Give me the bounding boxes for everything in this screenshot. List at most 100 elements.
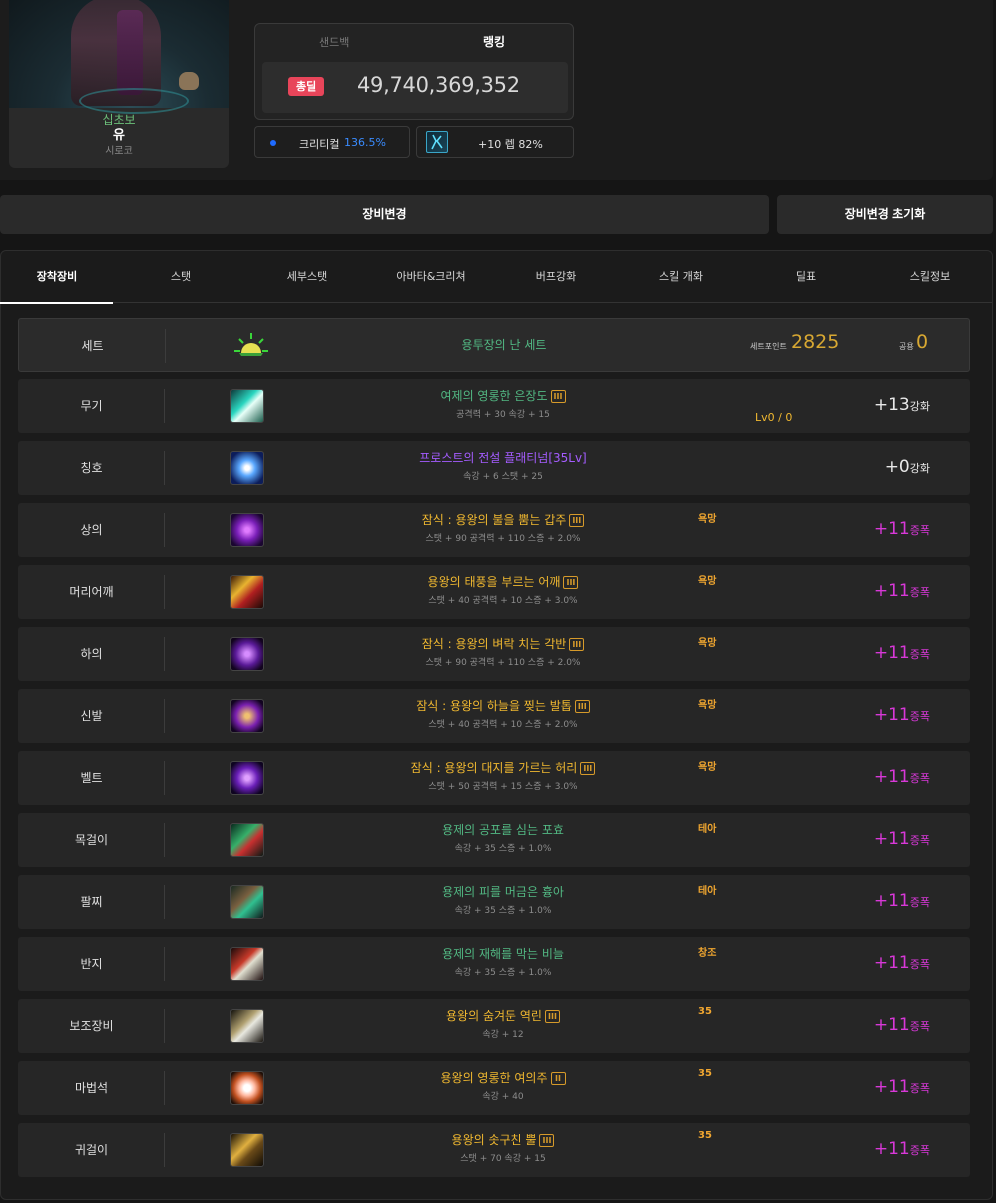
enhance-number: +11 — [873, 1077, 910, 1097]
equipment-row[interactable]: 하의 잠식 : 용왕의 벼락 치는 각반 III 스탯 + 90 공격력 + 11… — [18, 627, 970, 681]
tab-stats[interactable]: 스탯 — [119, 251, 243, 303]
enhance-unit: 증폭 — [909, 648, 930, 661]
ring-icon[interactable] — [230, 947, 264, 981]
item-stats: 스탯 + 50 공격력 + 15 스증 + 3.0% — [428, 782, 578, 792]
equipment-row[interactable]: 칭호 프로스트의 전설 플래티넘[35Lv] 속강 + 6 스탯 + 25 +0… — [18, 441, 970, 495]
enhance-number: +11 — [873, 519, 910, 539]
equipment-row[interactable]: 목걸이 용제의 공포를 심는 포효 속강 + 35 스증 + 1.0% 테아 +… — [18, 813, 970, 867]
grade-badge: III — [550, 390, 566, 403]
grade-badge: III — [574, 700, 590, 713]
item-tag: 욕망 — [698, 514, 717, 525]
tab-detail-stats[interactable]: 세부스탯 — [245, 251, 369, 303]
item-stats: 속강 + 40 — [482, 1092, 524, 1102]
slot-label: 마법석 — [74, 1081, 109, 1095]
enhance-level: +11증폭 — [874, 951, 930, 977]
buff-level-box: +10 렙 82% — [416, 126, 574, 158]
top-armor-icon[interactable] — [230, 513, 264, 547]
tab-buff-enhance[interactable]: 버프강화 — [494, 251, 618, 303]
character-meta: 십초보 유 시로코 — [9, 112, 229, 160]
grade-badge: III — [563, 576, 579, 589]
earring-icon[interactable] — [230, 1133, 264, 1167]
equipment-row[interactable]: 신발 잠식 : 용왕의 하늘을 찢는 발톱 III 스탯 + 40 공격력 + 1… — [18, 689, 970, 743]
enhance-level: +11증폭 — [874, 1013, 930, 1039]
bracelet-icon[interactable] — [230, 885, 264, 919]
enhance-level: +11증폭 — [874, 827, 930, 853]
slot-label: 벨트 — [80, 771, 103, 785]
enhance-unit: 증폭 — [909, 958, 930, 971]
crit-dot-icon — [270, 140, 276, 146]
enhance-unit: 증폭 — [909, 896, 930, 909]
row-divider — [164, 823, 165, 857]
enhance-number: +11 — [873, 829, 910, 849]
slot-label: 보조장비 — [69, 1019, 114, 1033]
title-ice-icon[interactable] — [230, 451, 264, 485]
item-level: Lv0 / 0 — [755, 411, 793, 424]
equipment-row[interactable]: 상의 잠식 : 용왕의 불을 뿜는 갑주 III 스탯 + 90 공격력 + 11… — [18, 503, 970, 557]
row-divider — [164, 575, 165, 609]
magic-stone-icon[interactable] — [230, 1071, 264, 1105]
item-name-text: 용왕의 솟구친 뿔 — [451, 1133, 537, 1147]
equipment-row[interactable]: 팔찌 용제의 피를 머금은 흉아 속강 + 35 스증 + 1.0% 테아 +1… — [18, 875, 970, 929]
item-name: 용왕의 태풍을 부르는 어깨 III — [268, 574, 738, 591]
item-name-text: 용제의 피를 머금은 흉아 — [442, 885, 564, 899]
pants-armor-icon[interactable] — [230, 637, 264, 671]
equipment-row[interactable]: 보조장비 용왕의 숨겨둔 역린 III 속강 + 12 35 +11증폭 — [18, 999, 970, 1053]
tab-damage-table[interactable]: 딜표 — [744, 251, 868, 303]
slot-label: 목걸이 — [74, 833, 109, 847]
item-stats: 스탯 + 90 공격력 + 110 스증 + 2.0% — [425, 658, 581, 668]
info-tabs: 장착장비 스탯 세부스탯 아바타&크리쳐 버프강화 스킬 개화 딜표 스킬정보 — [0, 251, 992, 304]
row-divider — [164, 761, 165, 795]
item-name: 용제의 공포를 심는 포효 — [268, 822, 738, 839]
character-dress — [117, 10, 143, 95]
set-row[interactable]: 세트 용투장의 난 세트 세트포인트 2825 공용 0 — [18, 318, 970, 372]
enhance-level: +11증폭 — [874, 579, 930, 605]
enhance-unit: 증폭 — [909, 710, 930, 723]
set-name: 용투장의 난 세트 — [461, 338, 547, 352]
equipment-row[interactable]: 마법석 용왕의 영롱한 여의주 II 속강 + 40 35 +11증폭 — [18, 1061, 970, 1115]
equipment-row[interactable]: 머리어깨 용왕의 태풍을 부르는 어깨 III 스탯 + 40 공격력 + 10 … — [18, 565, 970, 619]
item-tag: 욕망 — [698, 762, 717, 773]
tab-skill-info[interactable]: 스킬정보 — [868, 251, 992, 303]
adventure-name: 십초보 — [102, 113, 136, 127]
enhance-level: +0강화 — [885, 455, 930, 481]
tab-sandbag[interactable]: 샌드백 — [319, 34, 349, 50]
enhance-number: +0 — [884, 457, 910, 477]
item-stats: 스탯 + 90 공격력 + 110 스증 + 2.0% — [425, 534, 581, 544]
item-name: 용왕의 영롱한 여의주 II — [268, 1070, 738, 1087]
row-divider — [164, 885, 165, 919]
enhance-number: +11 — [873, 705, 910, 725]
equipment-row[interactable]: 반지 용제의 재해를 막는 비늘 속강 + 35 스증 + 1.0% 창조 +1… — [18, 937, 970, 991]
support-equip-icon[interactable] — [230, 1009, 264, 1043]
belt-armor-icon[interactable] — [230, 761, 264, 795]
item-name: 잠식 : 용왕의 불을 뿜는 갑주 III — [268, 512, 738, 529]
row-divider — [164, 451, 165, 485]
enhance-level: +11증폭 — [874, 1075, 930, 1101]
enhance-number: +13 — [873, 395, 910, 415]
equipment-row[interactable]: 벨트 잠식 : 용왕의 대지를 가르는 허리 III 스탯 + 50 공격력 + … — [18, 751, 970, 805]
tab-avatar-creature[interactable]: 아바타&크리쳐 — [369, 251, 493, 303]
enhance-level: +13강화 — [874, 393, 930, 419]
item-stats: 스탯 + 70 속강 + 15 — [460, 1154, 546, 1164]
pet-cat-icon — [179, 72, 199, 90]
enhance-unit: 증폭 — [909, 1144, 930, 1157]
reset-equipment-button[interactable]: 장비변경 초기화 — [777, 195, 993, 234]
tab-skill-bloom[interactable]: 스킬 개화 — [619, 251, 743, 303]
item-tag: 욕망 — [698, 638, 717, 649]
shoes-armor-icon[interactable] — [230, 699, 264, 733]
equipment-row[interactable]: 무기 여제의 영롱한 은장도 III 공격력 + 30 속강 + 15 Lv0 /… — [18, 379, 970, 433]
necklace-icon[interactable] — [230, 823, 264, 857]
tab-ranking[interactable]: 랭킹 — [483, 33, 505, 50]
row-divider — [164, 389, 165, 423]
item-name-text: 프로스트의 전설 플래티넘[35Lv] — [419, 451, 587, 465]
item-name: 용제의 피를 머금은 흉아 — [268, 884, 738, 901]
set-sun-icon — [231, 329, 271, 361]
row-divider — [164, 1133, 165, 1167]
tab-equipped[interactable]: 장착장비 — [0, 251, 119, 304]
item-name: 여제의 영롱한 은장도 III — [268, 388, 738, 405]
shoulder-armor-icon[interactable] — [230, 575, 264, 609]
equipment-row[interactable]: 귀걸이 용왕의 솟구친 뿔 III 스탯 + 70 속강 + 15 35 +11증… — [18, 1123, 970, 1177]
item-stats: 속강 + 6 스탯 + 25 — [463, 472, 543, 482]
weapon-sword-icon[interactable] — [230, 389, 264, 423]
item-tag: 35 — [698, 1006, 712, 1017]
change-equipment-button[interactable]: 장비변경 — [0, 195, 769, 234]
